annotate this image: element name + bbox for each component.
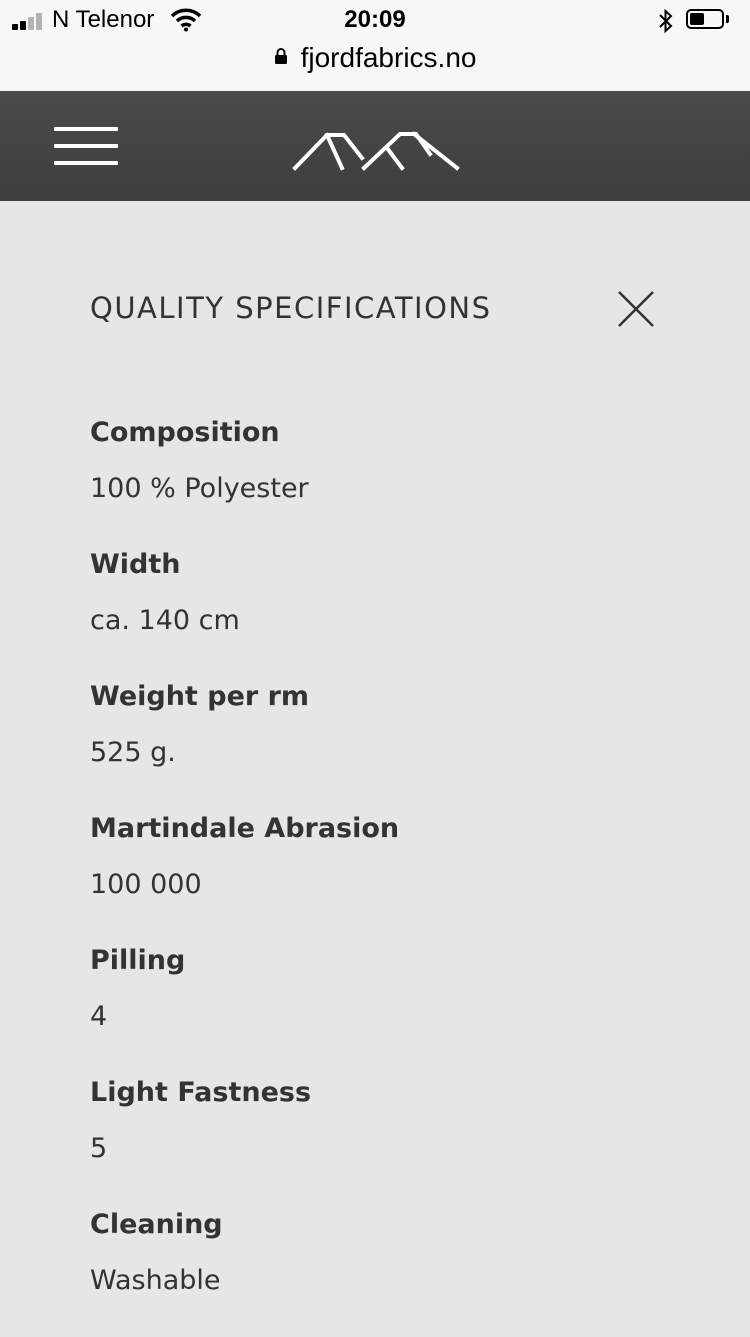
spec-label: Composition [90, 417, 280, 448]
mountains-logo-icon[interactable] [292, 120, 462, 174]
lock-icon [274, 48, 287, 64]
spec-item: Composition 100 % Polyester [90, 413, 690, 545]
spec-item: Light Fastness 5 [90, 1073, 690, 1205]
spec-label: Light Fastness [90, 1077, 312, 1108]
spec-value: 4 [90, 1001, 108, 1032]
spec-label: Martindale Abrasion [90, 813, 400, 844]
status-time: 20:09 [344, 6, 406, 33]
hamburger-menu-icon[interactable] [54, 127, 118, 167]
spec-item: Martindale Abrasion 100 000 [90, 809, 690, 941]
spec-label: Width [90, 549, 181, 580]
spec-value: ca. 140 cm [90, 605, 240, 636]
browser-chrome: N Telenor 20:09 fjordfabrics.no [0, 0, 750, 91]
spec-label: Pilling [90, 945, 186, 976]
spec-value: Washable [90, 1265, 221, 1296]
spec-value: 100 000 [90, 869, 202, 900]
url-text: fjordfabrics.no [300, 42, 477, 73]
status-bar: N Telenor 20:09 [0, 0, 750, 42]
spec-value: 525 g. [90, 737, 176, 768]
bluetooth-icon [659, 8, 673, 34]
battery-icon [686, 9, 730, 31]
spec-list: Composition 100 % Polyester Width ca. 140 c… [90, 413, 690, 1337]
quality-specifications-panel: QUALITY SPECIFICATIONS Composition 100 % … [0, 201, 750, 1334]
spec-item: Pilling 4 [90, 941, 690, 1073]
spec-item: Width ca. 140 cm [90, 545, 690, 677]
spec-value: 100 % Polyester [90, 473, 309, 504]
spec-item: Weight per rm 525 g. [90, 677, 690, 809]
close-icon[interactable] [616, 289, 656, 329]
spec-value: 5 [90, 1133, 108, 1164]
spec-item: Cleaning Washable [90, 1205, 690, 1337]
spec-label: Weight per rm [90, 681, 310, 712]
panel-title: QUALITY SPECIFICATIONS [90, 291, 492, 325]
address-bar[interactable]: fjordfabrics.no [0, 42, 750, 82]
spec-label: Cleaning [90, 1209, 223, 1240]
